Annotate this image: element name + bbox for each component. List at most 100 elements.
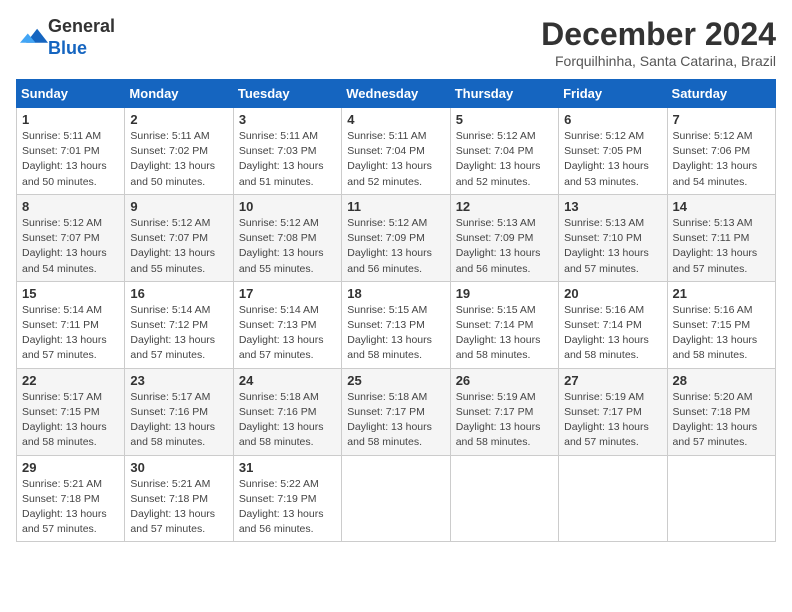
- table-row: 5Sunrise: 5:12 AMSunset: 7:04 PMDaylight…: [450, 108, 558, 195]
- day-info: Sunrise: 5:13 AMSunset: 7:09 PMDaylight:…: [456, 216, 553, 277]
- header-monday: Monday: [125, 80, 233, 108]
- table-row: [342, 455, 450, 542]
- calendar-week-5: 29 Sunrise: 5:21 AMSunset: 7:18 PMDayligh…: [17, 455, 776, 542]
- day-info: Sunrise: 5:17 AMSunset: 7:15 PMDaylight:…: [22, 390, 119, 451]
- table-row: 18 Sunrise: 5:15 AMSunset: 7:13 PMDayligh…: [342, 281, 450, 368]
- table-row: 20Sunrise: 5:16 AMSunset: 7:14 PMDayligh…: [559, 281, 667, 368]
- day-number: 14: [673, 199, 770, 214]
- table-row: 25Sunrise: 5:18 AMSunset: 7:17 PMDayligh…: [342, 368, 450, 455]
- table-row: 30 Sunrise: 5:21 AMSunset: 7:18 PMDayligh…: [125, 455, 233, 542]
- day-info: Sunrise: 5:11 AMSunset: 7:03 PMDaylight:…: [239, 129, 336, 190]
- day-number: 28: [673, 373, 770, 388]
- header-wednesday: Wednesday: [342, 80, 450, 108]
- day-number: 12: [456, 199, 553, 214]
- header-tuesday: Tuesday: [233, 80, 341, 108]
- calendar-table: Sunday Monday Tuesday Wednesday Thursday…: [16, 79, 776, 542]
- day-info: Sunrise: 5:11 AMSunset: 7:01 PMDaylight:…: [22, 129, 119, 190]
- table-row: 19 Sunrise: 5:15 AMSunset: 7:14 PMDayligh…: [450, 281, 558, 368]
- day-number: 27: [564, 373, 661, 388]
- day-number: 9: [130, 199, 227, 214]
- table-row: [450, 455, 558, 542]
- day-number: 17: [239, 286, 336, 301]
- table-row: 31 Sunrise: 5:22 AMSunset: 7:19 PMDayligh…: [233, 455, 341, 542]
- day-info: Sunrise: 5:14 AMSunset: 7:13 PMDaylight:…: [239, 303, 336, 364]
- title-block: December 2024 Forquilhinha, Santa Catari…: [541, 16, 776, 69]
- day-number: 22: [22, 373, 119, 388]
- day-number: 25: [347, 373, 444, 388]
- day-number: 20: [564, 286, 661, 301]
- day-number: 23: [130, 373, 227, 388]
- day-info: Sunrise: 5:14 AMSunset: 7:11 PMDaylight:…: [22, 303, 119, 364]
- table-row: 1 Sunrise: 5:11 AMSunset: 7:01 PMDaylight…: [17, 108, 125, 195]
- table-row: 4Sunrise: 5:11 AMSunset: 7:04 PMDaylight…: [342, 108, 450, 195]
- table-row: 23Sunrise: 5:17 AMSunset: 7:16 PMDayligh…: [125, 368, 233, 455]
- table-row: 2Sunrise: 5:11 AMSunset: 7:02 PMDaylight…: [125, 108, 233, 195]
- day-info: Sunrise: 5:21 AMSunset: 7:18 PMDaylight:…: [130, 477, 227, 538]
- day-info: Sunrise: 5:18 AMSunset: 7:16 PMDaylight:…: [239, 390, 336, 451]
- table-row: 6 Sunrise: 5:12 AMSunset: 7:05 PMDaylight…: [559, 108, 667, 195]
- day-info: Sunrise: 5:15 AMSunset: 7:14 PMDaylight:…: [456, 303, 553, 364]
- table-row: 15 Sunrise: 5:14 AMSunset: 7:11 PMDayligh…: [17, 281, 125, 368]
- table-row: 14 Sunrise: 5:13 AMSunset: 7:11 PMDayligh…: [667, 194, 775, 281]
- table-row: 21Sunrise: 5:16 AMSunset: 7:15 PMDayligh…: [667, 281, 775, 368]
- day-info: Sunrise: 5:12 AMSunset: 7:06 PMDaylight:…: [673, 129, 770, 190]
- header-saturday: Saturday: [667, 80, 775, 108]
- day-info: Sunrise: 5:12 AMSunset: 7:08 PMDaylight:…: [239, 216, 336, 277]
- logo: General Blue: [16, 16, 115, 59]
- day-info: Sunrise: 5:12 AMSunset: 7:07 PMDaylight:…: [22, 216, 119, 277]
- day-number: 3: [239, 112, 336, 127]
- day-number: 31: [239, 460, 336, 475]
- day-number: 1: [22, 112, 119, 127]
- location: Forquilhinha, Santa Catarina, Brazil: [541, 53, 776, 69]
- table-row: 28 Sunrise: 5:20 AMSunset: 7:18 PMDayligh…: [667, 368, 775, 455]
- day-info: Sunrise: 5:22 AMSunset: 7:19 PMDaylight:…: [239, 477, 336, 538]
- table-row: 8 Sunrise: 5:12 AMSunset: 7:07 PMDaylight…: [17, 194, 125, 281]
- header-friday: Friday: [559, 80, 667, 108]
- table-row: 7 Sunrise: 5:12 AMSunset: 7:06 PMDaylight…: [667, 108, 775, 195]
- page-header: General Blue December 2024 Forquilhinha,…: [16, 16, 776, 69]
- table-row: 9 Sunrise: 5:12 AMSunset: 7:07 PMDaylight…: [125, 194, 233, 281]
- day-info: Sunrise: 5:15 AMSunset: 7:13 PMDaylight:…: [347, 303, 444, 364]
- day-info: Sunrise: 5:13 AMSunset: 7:10 PMDaylight:…: [564, 216, 661, 277]
- day-info: Sunrise: 5:11 AMSunset: 7:04 PMDaylight:…: [347, 129, 444, 190]
- calendar-header-row: Sunday Monday Tuesday Wednesday Thursday…: [17, 80, 776, 108]
- table-row: 13 Sunrise: 5:13 AMSunset: 7:10 PMDayligh…: [559, 194, 667, 281]
- day-info: Sunrise: 5:12 AMSunset: 7:07 PMDaylight:…: [130, 216, 227, 277]
- calendar-week-4: 22 Sunrise: 5:17 AMSunset: 7:15 PMDayligh…: [17, 368, 776, 455]
- day-info: Sunrise: 5:12 AMSunset: 7:09 PMDaylight:…: [347, 216, 444, 277]
- header-sunday: Sunday: [17, 80, 125, 108]
- day-info: Sunrise: 5:11 AMSunset: 7:02 PMDaylight:…: [130, 129, 227, 190]
- day-number: 6: [564, 112, 661, 127]
- day-number: 13: [564, 199, 661, 214]
- table-row: 10Sunrise: 5:12 AMSunset: 7:08 PMDayligh…: [233, 194, 341, 281]
- table-row: 12 Sunrise: 5:13 AMSunset: 7:09 PMDayligh…: [450, 194, 558, 281]
- header-thursday: Thursday: [450, 80, 558, 108]
- day-number: 16: [130, 286, 227, 301]
- day-info: Sunrise: 5:14 AMSunset: 7:12 PMDaylight:…: [130, 303, 227, 364]
- table-row: 22 Sunrise: 5:17 AMSunset: 7:15 PMDayligh…: [17, 368, 125, 455]
- day-number: 18: [347, 286, 444, 301]
- day-number: 30: [130, 460, 227, 475]
- day-info: Sunrise: 5:12 AMSunset: 7:04 PMDaylight:…: [456, 129, 553, 190]
- table-row: 16 Sunrise: 5:14 AMSunset: 7:12 PMDayligh…: [125, 281, 233, 368]
- day-info: Sunrise: 5:20 AMSunset: 7:18 PMDaylight:…: [673, 390, 770, 451]
- day-number: 8: [22, 199, 119, 214]
- day-info: Sunrise: 5:13 AMSunset: 7:11 PMDaylight:…: [673, 216, 770, 277]
- month-title: December 2024: [541, 16, 776, 53]
- day-info: Sunrise: 5:21 AMSunset: 7:18 PMDaylight:…: [22, 477, 119, 538]
- day-number: 24: [239, 373, 336, 388]
- day-number: 7: [673, 112, 770, 127]
- day-info: Sunrise: 5:12 AMSunset: 7:05 PMDaylight:…: [564, 129, 661, 190]
- calendar-week-2: 8 Sunrise: 5:12 AMSunset: 7:07 PMDaylight…: [17, 194, 776, 281]
- day-info: Sunrise: 5:19 AMSunset: 7:17 PMDaylight:…: [456, 390, 553, 451]
- table-row: 17 Sunrise: 5:14 AMSunset: 7:13 PMDayligh…: [233, 281, 341, 368]
- day-number: 19: [456, 286, 553, 301]
- day-number: 15: [22, 286, 119, 301]
- logo-general-text: General: [48, 16, 115, 36]
- table-row: 24 Sunrise: 5:18 AMSunset: 7:16 PMDayligh…: [233, 368, 341, 455]
- logo-blue-text: Blue: [48, 38, 87, 58]
- day-number: 21: [673, 286, 770, 301]
- table-row: [559, 455, 667, 542]
- day-number: 29: [22, 460, 119, 475]
- day-number: 11: [347, 199, 444, 214]
